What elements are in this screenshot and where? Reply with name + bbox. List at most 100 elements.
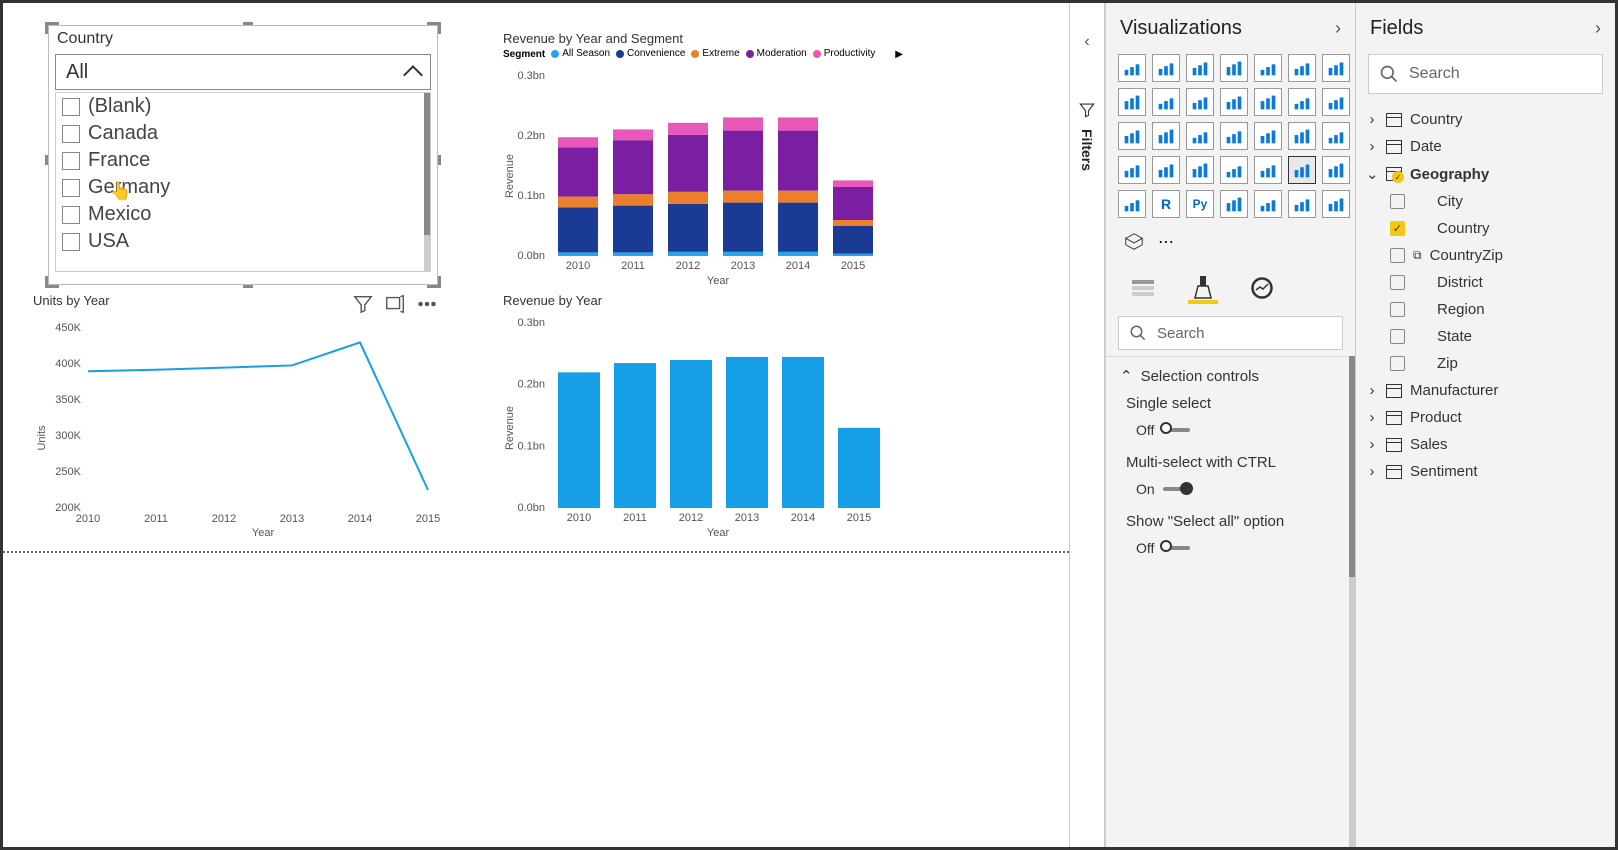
viz-type-r-visual[interactable]: R: [1152, 190, 1180, 218]
viz-type-map[interactable]: [1288, 122, 1316, 150]
viz-type-filled-map[interactable]: [1322, 122, 1350, 150]
more-options-icon[interactable]: ⋯: [1158, 232, 1174, 252]
viz-type-kpi[interactable]: [1254, 156, 1282, 184]
report-canvas[interactable]: Country All (Blank) Canada France German…: [3, 3, 1069, 847]
field-countryzip[interactable]: ⧉CountryZip: [1356, 242, 1615, 269]
checkbox-icon[interactable]: [1390, 194, 1405, 209]
legend-scroll-right-icon[interactable]: ▶: [895, 49, 903, 60]
slicer-item-mexico[interactable]: Mexico: [56, 201, 430, 228]
table-name: Geography: [1410, 166, 1489, 183]
field-table-sentiment[interactable]: ›Sentiment: [1356, 458, 1615, 485]
viz-type-area[interactable]: [1152, 88, 1180, 116]
field-table-product[interactable]: ›Product: [1356, 404, 1615, 431]
analytics-tab-icon[interactable]: [1248, 274, 1278, 304]
viz-type-stacked-area[interactable]: [1186, 88, 1214, 116]
show-select-all-toggle[interactable]: Off: [1136, 540, 1335, 556]
more-options-icon[interactable]: [416, 293, 438, 320]
viz-type-ribbon[interactable]: [1288, 88, 1316, 116]
checkbox-icon[interactable]: [62, 152, 80, 170]
multi-select-ctrl-toggle[interactable]: On: [1136, 481, 1335, 497]
checkbox-icon[interactable]: [1390, 248, 1405, 263]
viz-type-slicer[interactable]: [1288, 156, 1316, 184]
chevron-left-icon[interactable]: ‹: [1084, 33, 1089, 51]
viz-type-clustered-column[interactable]: [1152, 54, 1180, 82]
checkbox-icon[interactable]: [1390, 302, 1405, 317]
scrollbar[interactable]: [1349, 356, 1355, 847]
selection-controls-section[interactable]: ⌃ Selection controls: [1106, 356, 1355, 391]
viz-type-gauge[interactable]: [1152, 156, 1180, 184]
chevron-down-icon: ⌄: [1366, 165, 1378, 183]
viz-type-stacked-column[interactable]: [1186, 54, 1214, 82]
fields-tab-icon[interactable]: [1128, 274, 1158, 304]
format-tab-icon[interactable]: [1188, 274, 1218, 304]
viz-type-stacked-bar-h[interactable]: [1118, 54, 1146, 82]
checkbox-icon[interactable]: [62, 98, 80, 116]
revenue-by-year-segment-chart[interactable]: Revenue by Year and Segment Segment All …: [503, 31, 903, 291]
field-table-sales[interactable]: ›Sales: [1356, 431, 1615, 458]
field-district[interactable]: District: [1356, 269, 1615, 296]
viz-type-smart-narrative[interactable]: [1322, 190, 1350, 218]
viz-type-table[interactable]: [1322, 156, 1350, 184]
checkbox-icon[interactable]: [62, 179, 80, 197]
units-by-year-chart[interactable]: Units by Year 200K250K300K350K400K450K U…: [33, 293, 443, 543]
filter-icon[interactable]: [352, 293, 374, 320]
format-search-input[interactable]: Search: [1118, 316, 1343, 350]
slicer-item-blank[interactable]: (Blank): [56, 93, 430, 120]
viz-type-card[interactable]: [1186, 156, 1214, 184]
checkbox-icon[interactable]: [1390, 329, 1405, 344]
field-state[interactable]: State: [1356, 323, 1615, 350]
viz-type-donut[interactable]: [1220, 122, 1248, 150]
viz-type-azure-map[interactable]: [1118, 156, 1146, 184]
single-select-toggle[interactable]: Off: [1136, 422, 1335, 438]
viz-type-100-stacked-bar[interactable]: [1322, 54, 1350, 82]
viz-type-treemap[interactable]: [1254, 122, 1282, 150]
viz-type-100-stacked-column[interactable]: [1288, 54, 1316, 82]
field-region[interactable]: Region: [1356, 296, 1615, 323]
checkbox-icon[interactable]: [62, 206, 80, 224]
revenue-by-year-chart[interactable]: Revenue by Year 0.0bn0.1bn0.2bn0.3bn Rev…: [503, 293, 903, 543]
svg-text:0.1bn: 0.1bn: [517, 440, 545, 452]
viz-type-py-visual[interactable]: Py: [1186, 190, 1214, 218]
fields-search-input[interactable]: Search: [1368, 54, 1603, 94]
chevron-right-icon[interactable]: ›: [1595, 18, 1601, 39]
checkbox-icon[interactable]: ✓: [1390, 221, 1405, 236]
field-zip[interactable]: Zip: [1356, 350, 1615, 377]
visualizations-pane: Visualizations › RPy ⋯ Search ⌃ Selectio…: [1105, 3, 1355, 847]
viz-type-multi-card[interactable]: [1220, 156, 1248, 184]
slicer-item-france[interactable]: France: [56, 147, 430, 174]
slicer-item-usa[interactable]: USA: [56, 228, 430, 255]
svg-text:2013: 2013: [731, 260, 755, 272]
checkbox-icon[interactable]: [62, 233, 80, 251]
field-country[interactable]: ✓Country: [1356, 215, 1615, 242]
viz-type-clustered-bar[interactable]: [1220, 54, 1248, 82]
field-city[interactable]: City: [1356, 188, 1615, 215]
focus-mode-icon[interactable]: [384, 293, 406, 320]
field-table-date[interactable]: ›Date: [1356, 133, 1615, 160]
chevron-right-icon[interactable]: ›: [1335, 18, 1341, 39]
viz-type-line-clustered[interactable]: [1220, 88, 1248, 116]
checkbox-icon[interactable]: [1390, 356, 1405, 371]
filters-pane-collapsed[interactable]: ‹ Filters: [1069, 3, 1105, 847]
viz-type-qa[interactable]: [1288, 190, 1316, 218]
field-table-manufacturer[interactable]: ›Manufacturer: [1356, 377, 1615, 404]
checkbox-icon[interactable]: [62, 125, 80, 143]
slicer-dropdown[interactable]: All: [55, 54, 431, 90]
get-more-visuals-icon[interactable]: [1120, 228, 1148, 256]
country-slicer-visual[interactable]: Country All (Blank) Canada France German…: [48, 25, 438, 285]
viz-type-waterfall[interactable]: [1322, 88, 1350, 116]
viz-type-decomposition[interactable]: [1254, 190, 1282, 218]
viz-type-line-stacked[interactable]: [1254, 88, 1282, 116]
viz-type-funnel[interactable]: [1118, 122, 1146, 150]
viz-type-line[interactable]: [1118, 88, 1146, 116]
field-table-country[interactable]: ›Country: [1356, 106, 1615, 133]
viz-type-stacked-bar[interactable]: [1254, 54, 1282, 82]
viz-type-scatter[interactable]: [1152, 122, 1180, 150]
field-table-geography[interactable]: ⌄✓Geography: [1356, 160, 1615, 188]
viz-type-matrix[interactable]: [1118, 190, 1146, 218]
viz-type-pie[interactable]: [1186, 122, 1214, 150]
viz-type-key-influencers[interactable]: [1220, 190, 1248, 218]
checkbox-icon[interactable]: [1390, 275, 1405, 290]
scrollbar[interactable]: [424, 93, 430, 271]
svg-text:350K: 350K: [55, 394, 81, 406]
slicer-item-canada[interactable]: Canada: [56, 120, 430, 147]
